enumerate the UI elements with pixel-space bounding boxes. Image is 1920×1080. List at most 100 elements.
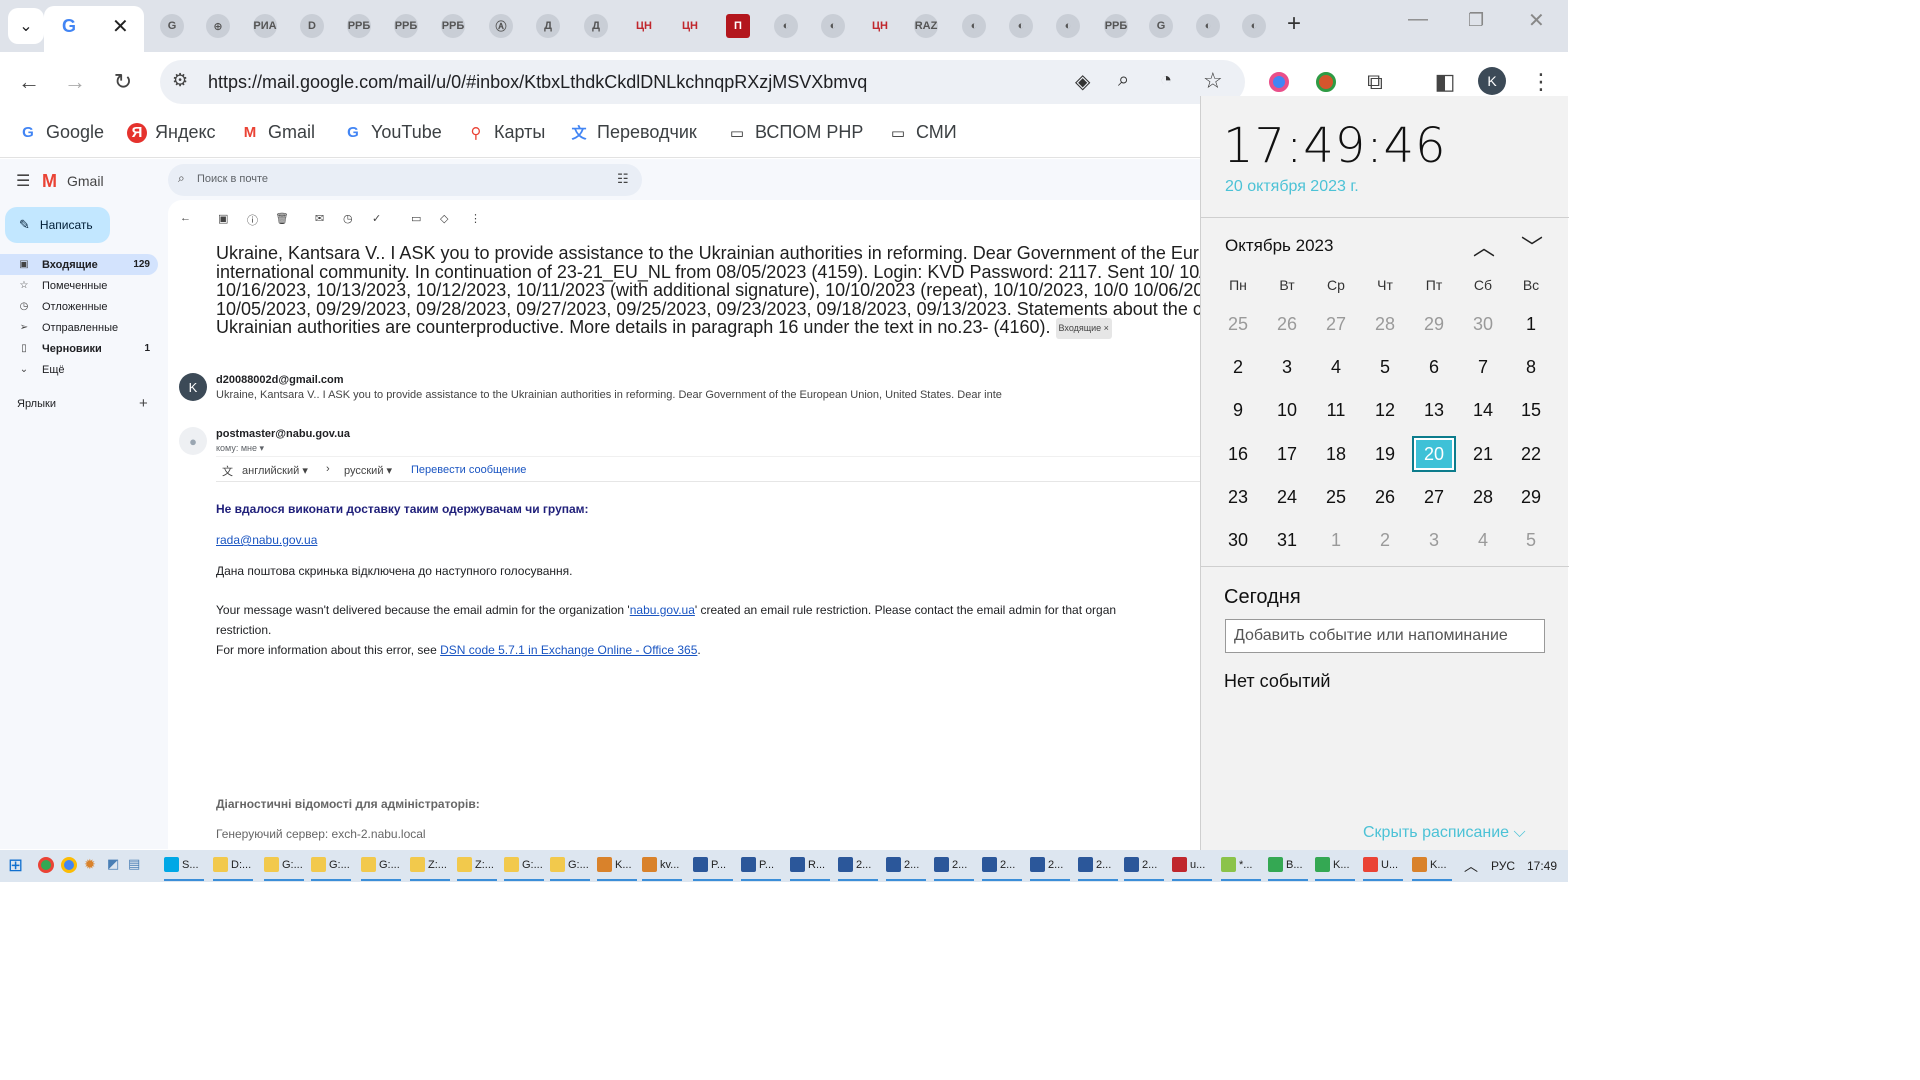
more-actions-icon[interactable]: ⋮	[470, 212, 481, 225]
minimize-icon[interactable]: —	[1408, 8, 1428, 31]
taskbar-app[interactable]: u...	[1172, 857, 1212, 881]
bookmark-6[interactable]: ▭ ВСПОМ PHP	[727, 122, 863, 143]
taskbar-app[interactable]: G:...	[311, 857, 351, 881]
d-icon[interactable]: D	[300, 14, 324, 38]
move-to-icon[interactable]: ▭	[411, 212, 421, 225]
add-task-icon[interactable]: ✓	[372, 212, 381, 225]
mark-unread-icon[interactable]: ✉	[315, 212, 324, 225]
globe-icon[interactable]: ◐	[774, 14, 798, 38]
a-icon[interactable]: Ⓐ	[489, 14, 513, 38]
calendar-day[interactable]: 8	[1509, 349, 1553, 385]
bookmark-5[interactable]: 文 Переводчик	[569, 122, 696, 143]
globe-icon[interactable]: ◐	[962, 14, 986, 38]
windows-start-icon[interactable]: ⊞	[8, 855, 23, 876]
close-window-icon[interactable]: ✕	[1528, 8, 1545, 33]
previous-month-icon[interactable]: ︿	[1473, 230, 1495, 262]
calendar-day[interactable]: 11	[1314, 392, 1358, 428]
calendar-day[interactable]: 19	[1363, 436, 1407, 472]
globe-icon[interactable]: ◐	[1242, 14, 1266, 38]
taskbar-app[interactable]: kv...	[642, 857, 682, 881]
nav-item-0[interactable]: ▣ Входящие 129	[0, 254, 158, 275]
nav-item-4[interactable]: ▯ Черновики 1	[0, 338, 158, 359]
restore-icon[interactable]: ❐	[1468, 10, 1484, 31]
gmail-logo-text[interactable]: Gmail	[67, 173, 104, 189]
tab-active-gmail[interactable]: G ✕	[44, 6, 144, 52]
taskbar-app[interactable]: S...	[164, 857, 204, 881]
back-to-inbox-icon[interactable]: ←	[180, 212, 191, 224]
calendar-day[interactable]: 26	[1265, 306, 1309, 342]
close-tab-icon[interactable]: ✕	[112, 14, 129, 39]
translate-icon[interactable]: G	[1149, 14, 1173, 38]
taskbar-app[interactable]: 2...	[934, 857, 974, 881]
calendar-day[interactable]: 16	[1216, 436, 1260, 472]
calendar-day[interactable]: 30	[1461, 306, 1505, 342]
bookmark-4[interactable]: ⚲ Карты	[466, 122, 546, 143]
recipient-link[interactable]: rada@nabu.gov.ua	[216, 533, 317, 547]
taskbar-clock[interactable]: 17:49	[1527, 859, 1557, 873]
taskbar-app[interactable]: K...	[597, 857, 637, 881]
taskbar-app[interactable]: P...	[741, 857, 781, 881]
taskbar-app[interactable]: U...	[1363, 857, 1403, 881]
taskbar-app[interactable]: D:...	[213, 857, 253, 881]
sender-email-postmaster[interactable]: postmaster@nabu.gov.ua	[216, 428, 350, 440]
label-icon[interactable]: ◇	[440, 212, 448, 225]
chrome-pinned-icon[interactable]	[38, 857, 54, 873]
sender-avatar[interactable]: K	[179, 373, 207, 401]
calendar-day[interactable]: 28	[1461, 479, 1505, 515]
calendar-day[interactable]: 23	[1216, 479, 1260, 515]
calendar-day[interactable]: 28	[1363, 306, 1407, 342]
calendar-day[interactable]: 3	[1412, 522, 1456, 558]
calendar-day[interactable]: 12	[1363, 392, 1407, 428]
hide-schedule-link[interactable]: Скрыть расписание ⌵	[1363, 824, 1526, 842]
nav-item-5[interactable]: ⌄ Ещё	[0, 359, 158, 380]
calendar-day[interactable]: 26	[1363, 479, 1407, 515]
calendar-day[interactable]: 4	[1461, 522, 1505, 558]
bookmark-star-icon[interactable]: ☆	[1203, 68, 1223, 94]
bookmark-1[interactable]: Я Яндекс	[127, 122, 216, 143]
cn-icon[interactable]: ЦН	[632, 14, 656, 38]
performance-icon[interactable]: ◔	[1160, 69, 1172, 92]
chrome-pinned-icon-2[interactable]	[61, 857, 77, 873]
rrb-icon[interactable]: РРБ	[441, 14, 465, 38]
reload-icon[interactable]: ↻	[108, 67, 138, 97]
gear-app-icon[interactable]: ✹	[84, 856, 96, 873]
gmail-logo-icon[interactable]: M	[42, 171, 57, 192]
month-label[interactable]: Октябрь 2023	[1225, 236, 1333, 256]
site-icon[interactable]: ⊕	[206, 14, 230, 38]
cn-icon[interactable]: ЦН	[868, 14, 892, 38]
calendar-day[interactable]: 25	[1314, 479, 1358, 515]
search-input[interactable]: Поиск в почте	[197, 173, 268, 185]
calendar-day[interactable]: 27	[1314, 306, 1358, 342]
taskbar-app[interactable]: 2...	[982, 857, 1022, 881]
compose-button[interactable]: ✎ Написать	[5, 207, 110, 243]
calendar-day[interactable]: 5	[1363, 349, 1407, 385]
target-language-select[interactable]: русский ▾	[344, 464, 392, 477]
report-spam-icon[interactable]: ⓘ	[247, 212, 258, 228]
taskbar-app[interactable]: K...	[1412, 857, 1452, 881]
calendar-day[interactable]: 1	[1314, 522, 1358, 558]
nav-item-3[interactable]: ➢ Отправленные	[0, 317, 158, 338]
side-panel-icon[interactable]: ◧	[1430, 67, 1460, 97]
calendar-day[interactable]: 24	[1265, 479, 1309, 515]
calendar-day[interactable]: 5	[1509, 522, 1553, 558]
search-icon[interactable]: ⌕	[178, 171, 185, 186]
cn-icon[interactable]: ЦН	[678, 14, 702, 38]
back-icon[interactable]: ←	[14, 67, 44, 97]
calendar-day[interactable]: 10	[1265, 392, 1309, 428]
app-pinned-icon-2[interactable]: ▤	[128, 856, 140, 872]
nav-item-1[interactable]: ☆ Помеченные	[0, 275, 158, 296]
taskbar-app[interactable]: B...	[1268, 857, 1308, 881]
message-snippet[interactable]: Ukraine, Kantsara V.. I ASK you to provi…	[216, 389, 1002, 401]
calendar-day[interactable]: 3	[1265, 349, 1309, 385]
snooze-icon[interactable]: ◷	[343, 212, 353, 225]
main-menu-icon[interactable]: ☰	[16, 171, 30, 191]
calendar-day[interactable]: 9	[1216, 392, 1260, 428]
calendar-day[interactable]: 6	[1412, 349, 1456, 385]
forward-icon[interactable]: →	[60, 67, 90, 97]
d-circle-icon[interactable]: Д	[536, 14, 560, 38]
recipients-toggle[interactable]: кому: мне ▾	[216, 443, 264, 454]
globe-icon[interactable]: ◐	[1196, 14, 1220, 38]
taskbar-app[interactable]: 2...	[1030, 857, 1070, 881]
calendar-day[interactable]: 13	[1412, 392, 1456, 428]
url-text[interactable]: https://mail.google.com/mail/u/0/#inbox/…	[208, 72, 867, 93]
